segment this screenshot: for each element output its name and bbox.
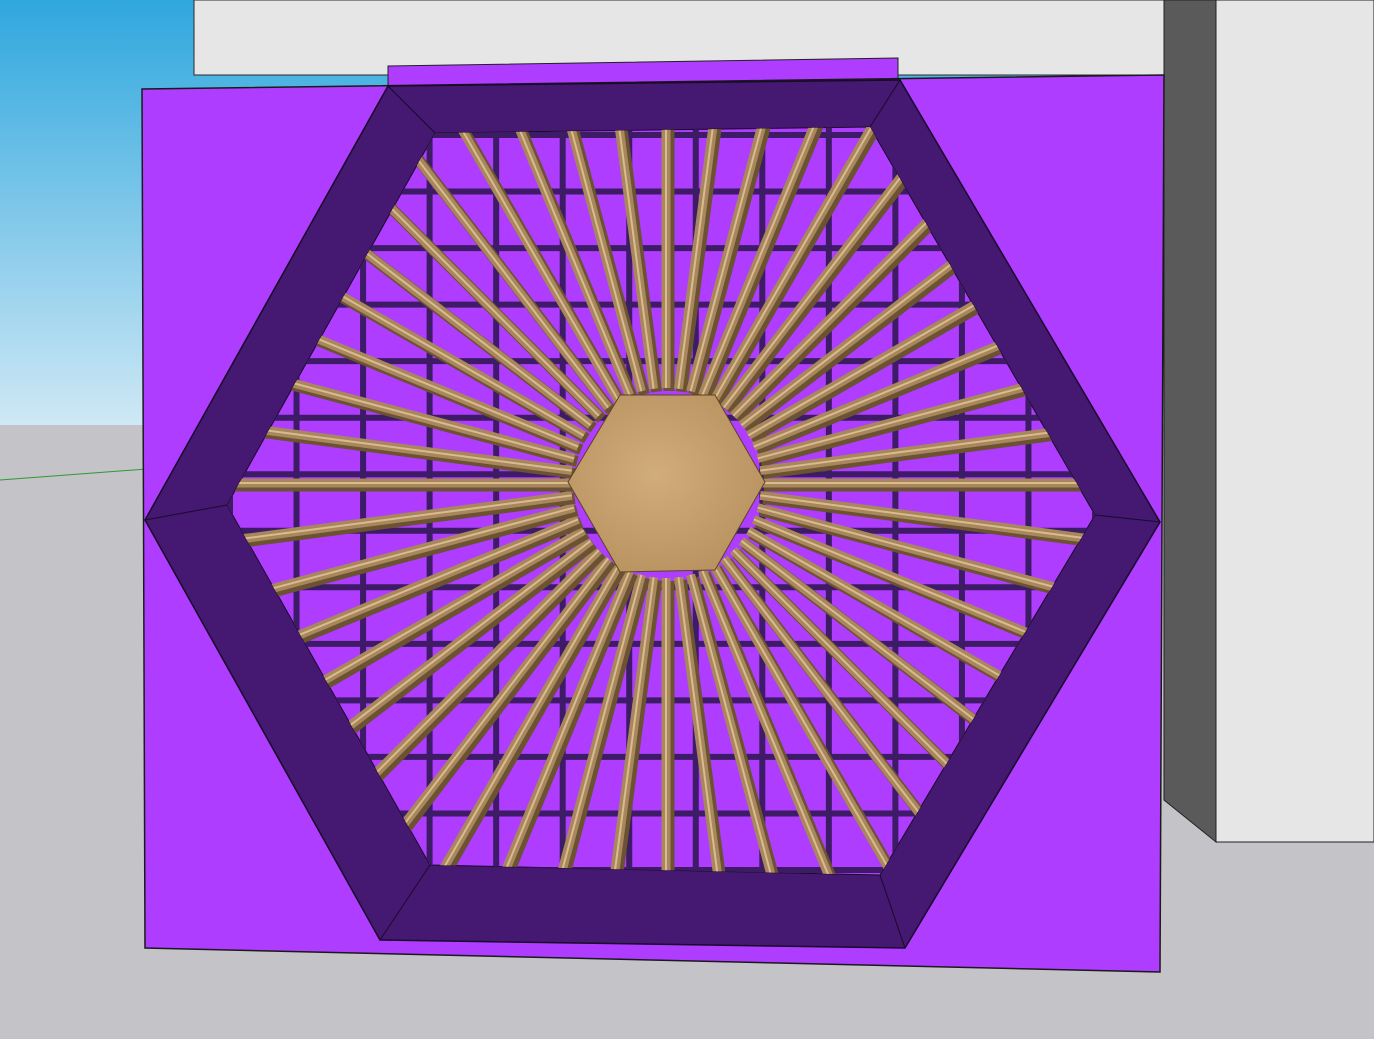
wall-side-face	[1163, 0, 1217, 844]
sketchup-viewport[interactable]	[0, 0, 1374, 1039]
right-wall	[1215, 0, 1374, 843]
